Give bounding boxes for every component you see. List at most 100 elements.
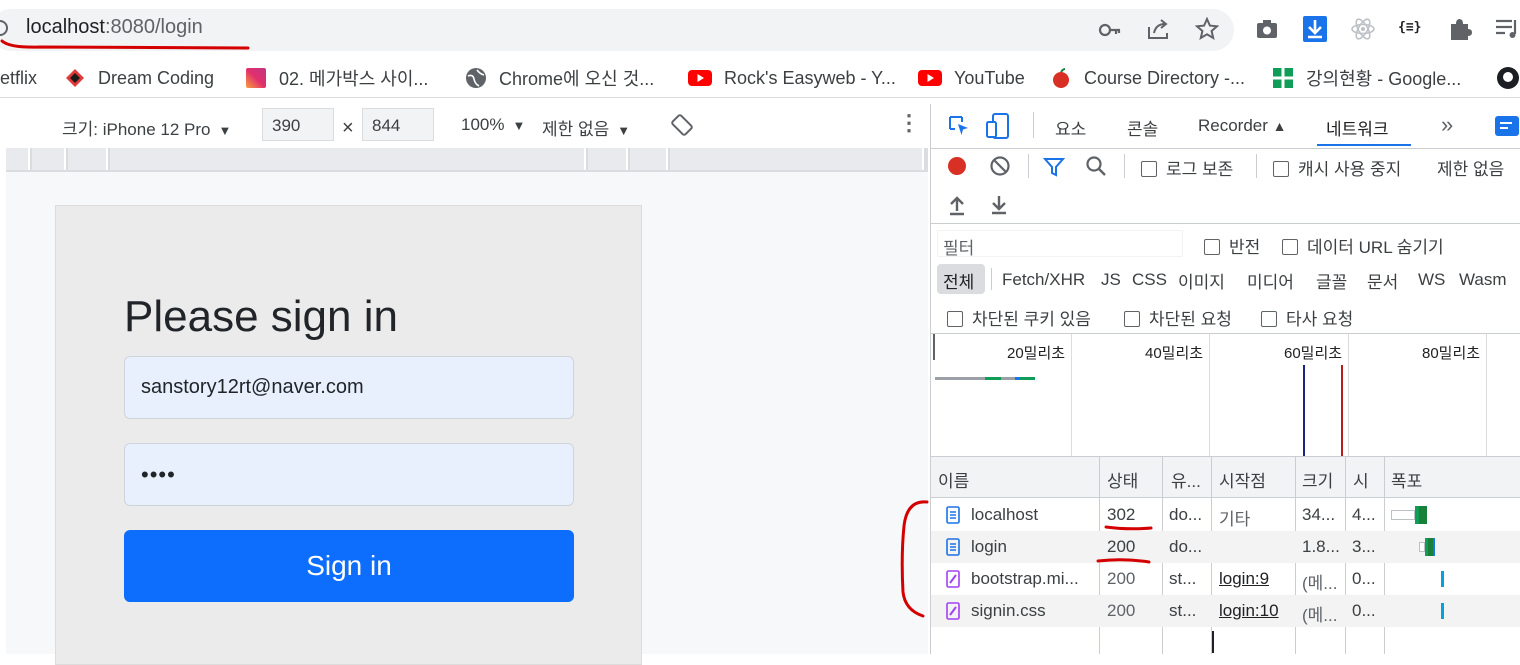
table-row[interactable]: localhost 302 do... 기타 34... 4... (931, 499, 1520, 531)
invert-checkbox[interactable]: 반전 (1204, 233, 1260, 258)
bookmark-star-icon[interactable] (1195, 17, 1219, 41)
ruler-segment[interactable] (32, 148, 66, 170)
filter-input[interactable]: 필터 (937, 230, 1183, 258)
blocked-requests-checkbox[interactable]: 차단된 요청 (1124, 305, 1232, 330)
address-bar-row: localhost:8080/login {≡} (0, 0, 1520, 58)
tab-network[interactable]: 네트워크 (1326, 115, 1389, 140)
bookmark-chrome-welcome[interactable]: Chrome에 오신 것... (465, 65, 654, 91)
type-filter-image[interactable]: 이미지 (1178, 268, 1225, 293)
search-icon[interactable] (1085, 155, 1107, 177)
third-party-checkbox[interactable]: 타사 요청 (1261, 305, 1353, 330)
table-row[interactable]: bootstrap.mi... 200 st... login:9 (메... … (931, 563, 1520, 595)
camera-extension-icon[interactable] (1255, 17, 1279, 41)
throttle-select[interactable]: 제한 없음 ▼ (542, 115, 630, 140)
ruler-segment[interactable] (670, 148, 924, 170)
record-icon[interactable] (946, 155, 968, 177)
column-initiator[interactable]: 시작점 (1219, 467, 1266, 492)
bookmark-netflix[interactable]: etflix (0, 65, 37, 91)
bookmark-lecture-status[interactable]: 강의현황 - Google... (1272, 65, 1461, 91)
tab-elements[interactable]: 요소 (1055, 115, 1086, 140)
blocked-cookies-label: 차단된 쿠키 있음 (972, 310, 1091, 329)
tab-recorder[interactable]: Recorder ▲ (1198, 116, 1287, 136)
type-filter-wasm[interactable]: Wasm (1459, 270, 1507, 290)
device-select[interactable]: 크기: iPhone 12 Pro ▼ (62, 115, 231, 140)
inspect-element-icon[interactable] (947, 114, 971, 138)
import-har-icon[interactable] (947, 194, 967, 216)
preserve-log-label: 로그 보존 (1166, 160, 1234, 179)
bookmark-dream-coding[interactable]: Dream Coding (64, 65, 214, 91)
column-type[interactable]: 유... (1171, 467, 1201, 492)
column-time[interactable]: 시 (1353, 467, 1369, 492)
column-name[interactable]: 이름 (938, 467, 969, 492)
load-event-line (1341, 365, 1343, 456)
hide-data-urls-checkbox[interactable]: 데이터 URL 숨기기 (1282, 233, 1444, 258)
rotate-icon[interactable] (670, 113, 694, 137)
key-icon[interactable] (1098, 19, 1122, 41)
blocked-cookies-checkbox[interactable]: 차단된 쿠키 있음 (947, 305, 1091, 330)
device-toggle-icon[interactable] (985, 112, 1011, 140)
tab-console[interactable]: 콘솔 (1127, 115, 1158, 140)
height-input[interactable]: 844 (362, 108, 434, 141)
preserve-log-checkbox[interactable]: 로그 보존 (1141, 155, 1233, 180)
bookmark-label: etflix (0, 67, 38, 88)
password-field[interactable]: •••• (124, 443, 574, 506)
type-filter-ws[interactable]: WS (1418, 270, 1445, 290)
column-status[interactable]: 상태 (1107, 467, 1138, 492)
checkbox-box (1141, 161, 1157, 177)
bookmark-label: Rock's Easyweb - Y... (724, 67, 896, 88)
bookmark-course-directory[interactable]: Course Directory -... (1050, 65, 1245, 91)
download-icon[interactable] (1302, 15, 1328, 43)
ruler-segment[interactable] (588, 148, 628, 170)
issues-chat-icon[interactable] (1493, 114, 1519, 138)
extensions-puzzle-icon[interactable] (1447, 16, 1473, 42)
react-devtools-icon[interactable] (1350, 16, 1376, 42)
type-filter-fetch-xhr[interactable]: Fetch/XHR (1002, 270, 1085, 290)
overview-left-handle[interactable] (933, 334, 935, 360)
export-har-icon[interactable] (989, 193, 1009, 215)
signin-button[interactable]: Sign in (124, 530, 574, 602)
bookmark-label: YouTube (954, 67, 1025, 88)
type-filter-doc[interactable]: 문서 (1367, 268, 1398, 293)
filter-icon[interactable] (1043, 156, 1065, 178)
divider (931, 497, 1520, 498)
devtools-panel: 요소 콘솔 Recorder ▲ 네트워크 » 로그 보존 캐시 사용 중지 제… (930, 104, 1520, 654)
reading-list-icon[interactable] (1494, 17, 1520, 41)
ruler-segment[interactable] (68, 148, 108, 170)
type-filter-js[interactable]: JS (1101, 270, 1121, 290)
share-icon[interactable] (1146, 17, 1172, 41)
ruler-segment[interactable] (6, 148, 30, 170)
json-viewer-icon[interactable]: {≡} (1398, 20, 1421, 35)
column-size[interactable]: 크기 (1302, 467, 1333, 492)
ruler-segment[interactable] (110, 148, 586, 170)
divider (931, 223, 1520, 224)
dropdown-arrow-icon: ▼ (218, 123, 232, 138)
apple-icon (1053, 68, 1069, 88)
zoom-select[interactable]: 100% ▼ (461, 115, 525, 135)
bookmark-youtube[interactable]: YouTube (918, 65, 1025, 91)
more-tabs-icon[interactable]: » (1441, 112, 1453, 138)
ruler-segment[interactable] (630, 148, 668, 170)
request-initiator-link[interactable]: login:10 (1219, 601, 1279, 621)
request-initiator-link[interactable]: login:9 (1219, 569, 1269, 589)
width-input[interactable]: 390 (262, 108, 334, 141)
throttling-select[interactable]: 제한 없음 (1437, 155, 1504, 180)
more-options-icon[interactable]: ⋮ (898, 110, 920, 136)
request-initiator: 기타 (1219, 510, 1251, 529)
bookmark-rocks-easyweb[interactable]: Rock's Easyweb - Y... (688, 65, 896, 91)
type-filter-media[interactable]: 미디어 (1247, 268, 1294, 293)
email-field[interactable]: sanstory12rt@naver.com (124, 356, 574, 419)
github-icon[interactable] (1496, 66, 1520, 90)
document-icon (946, 506, 960, 524)
table-row[interactable]: login 200 do... 1.8... 3... (931, 531, 1520, 563)
type-filter-font[interactable]: 글꼴 (1316, 268, 1347, 293)
clear-icon[interactable] (989, 155, 1011, 177)
timeline-label: 20밀리초 (1007, 345, 1066, 362)
waterfall-bar (1441, 571, 1444, 587)
column-waterfall[interactable]: 폭포 (1391, 467, 1422, 492)
disable-cache-checkbox[interactable]: 캐시 사용 중지 (1273, 155, 1401, 180)
table-row[interactable]: signin.css 200 st... login:10 (메... 0... (931, 595, 1520, 627)
network-overview[interactable]: 20밀리초 40밀리초 60밀리초 80밀리초 (931, 334, 1520, 456)
type-filter-all[interactable]: 전체 (943, 268, 974, 293)
type-filter-css[interactable]: CSS (1132, 270, 1167, 290)
bookmark-megabox[interactable]: 02. 메가박스 사이... (245, 65, 428, 91)
